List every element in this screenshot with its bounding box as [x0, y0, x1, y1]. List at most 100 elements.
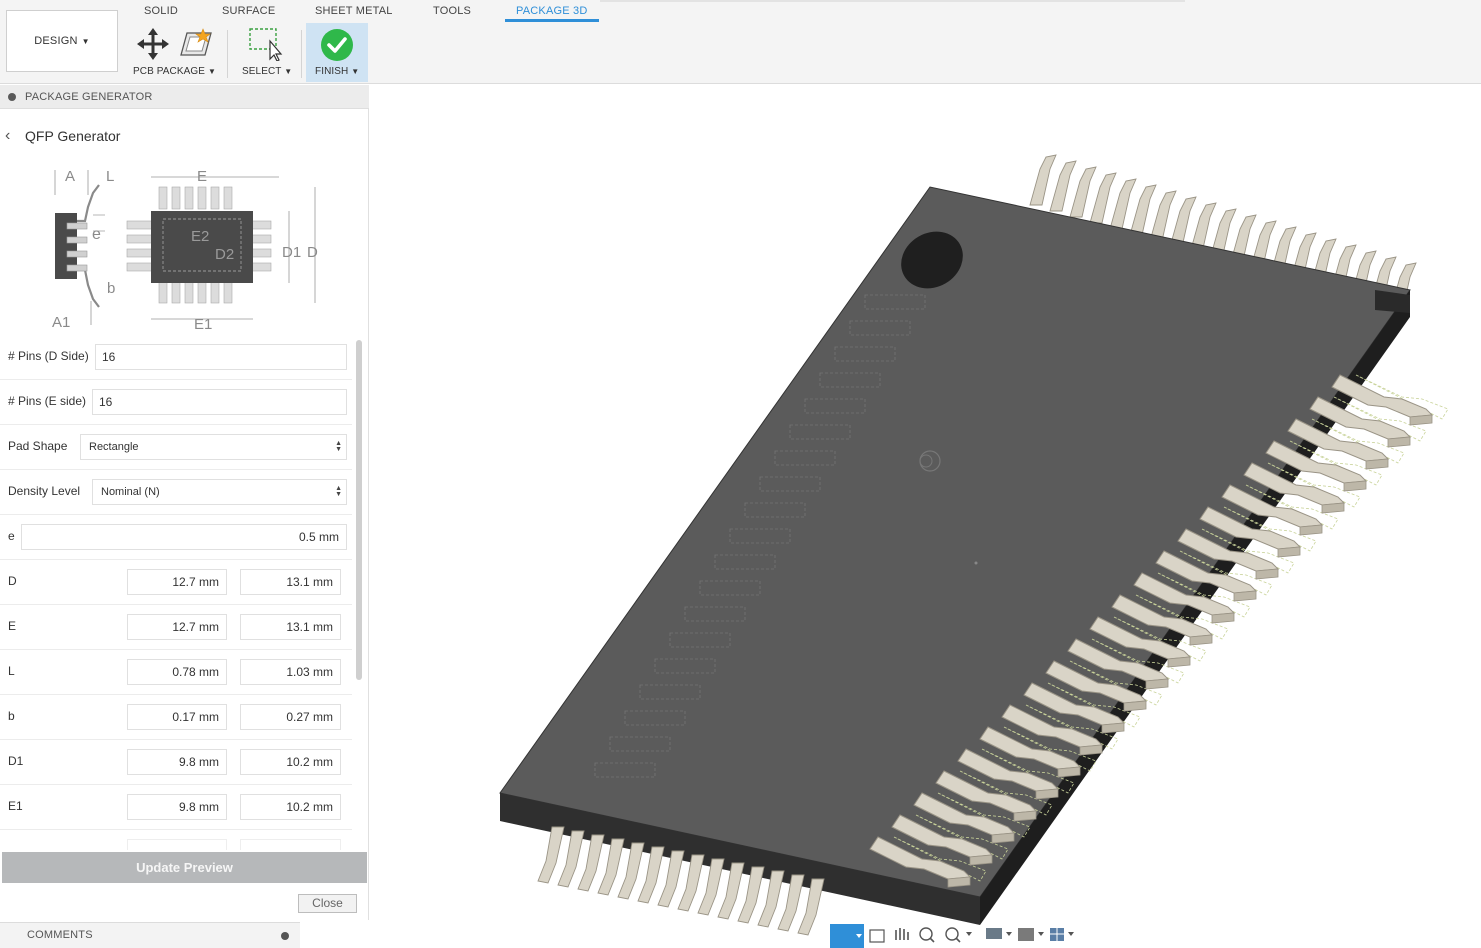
- range-min-input-e1[interactable]: 9.8 mm: [127, 794, 227, 820]
- range-label-l: L: [8, 664, 15, 678]
- range-row-l: L 0.78 mm 1.03 mm: [0, 650, 352, 695]
- range-min-input-b[interactable]: 0.17 mm: [127, 704, 227, 730]
- pcb-package-icon[interactable]: [178, 27, 214, 59]
- qfp-dimension-diagram: A L e b A1 E E2 D2 D1 D E1: [52, 168, 318, 333]
- tab-surface[interactable]: SURFACE: [222, 5, 275, 17]
- select-icon[interactable]: [248, 27, 284, 61]
- pitch-label: e: [8, 529, 15, 543]
- select-arrows-icon: ▲ ▼: [335, 485, 342, 498]
- range-label-e1: E1: [8, 799, 23, 813]
- comments-toggle-icon[interactable]: [281, 932, 289, 940]
- range-max-input-l[interactable]: 1.03 mm: [240, 659, 341, 685]
- range-min-input-d[interactable]: 12.7 mm: [127, 569, 227, 595]
- range-max-input-e1[interactable]: 10.2 mm: [240, 794, 341, 820]
- finish-dropdown[interactable]: FINISH ▼: [315, 66, 359, 77]
- toolbar-divider: [600, 0, 1185, 2]
- svg-text:A1: A1: [52, 314, 70, 331]
- app-window: { "toolbar": { "design_label": "DESIGN",…: [0, 0, 1481, 948]
- close-button[interactable]: Close: [298, 894, 357, 913]
- panel-toggle-icon[interactable]: [8, 93, 16, 101]
- panel-header-title: PACKAGE GENERATOR: [25, 91, 153, 103]
- group-divider: [227, 30, 228, 78]
- select-dropdown[interactable]: SELECT ▼: [242, 66, 292, 77]
- chevron-left-icon[interactable]: ‹: [5, 127, 10, 145]
- range-max-input-b[interactable]: 0.27 mm: [240, 704, 341, 730]
- tab-package-3d[interactable]: PACKAGE 3D: [505, 5, 599, 22]
- 3d-viewport[interactable]: [370, 85, 1481, 948]
- toolbar: DESIGN ▼ SOLID SURFACE SHEET METAL TOOLS…: [0, 0, 1481, 84]
- pad-shape-select[interactable]: Rectangle ▲ ▼: [80, 434, 347, 460]
- range-row-d1: D1 9.8 mm 10.2 mm: [0, 740, 352, 785]
- density-level-value: Nominal (N): [101, 486, 160, 498]
- pad-shape-value: Rectangle: [89, 441, 139, 453]
- panel-scrollbar[interactable]: [356, 340, 362, 680]
- group-divider: [301, 30, 302, 78]
- range-min-input-partial[interactable]: [127, 839, 227, 850]
- range-row-e: E 12.7 mm 13.1 mm: [0, 605, 352, 650]
- select-label: SELECT: [242, 66, 282, 77]
- svg-text:L: L: [106, 168, 114, 185]
- pins-d-side-input[interactable]: 16: [95, 344, 347, 370]
- svg-text:b: b: [107, 280, 115, 297]
- finish-label: FINISH: [315, 66, 349, 77]
- design-button-label: DESIGN: [34, 35, 78, 47]
- comments-label: COMMENTS: [27, 929, 93, 941]
- back-to-generators[interactable]: ‹ QFP Generator: [0, 125, 300, 147]
- pan-icon[interactable]: [895, 928, 909, 940]
- pins-d-side-row: # Pins (D Side) 16: [0, 335, 352, 380]
- select-arrows-icon: ▲ ▼: [335, 440, 342, 453]
- pins-e-side-label: # Pins (E side): [8, 394, 87, 408]
- svg-text:E1: E1: [194, 316, 212, 333]
- density-level-select[interactable]: Nominal (N) ▲ ▼: [92, 479, 347, 505]
- qfp-3d-model: [499, 154, 1449, 936]
- pcb-package-dropdown[interactable]: PCB PACKAGE ▼: [133, 66, 216, 77]
- svg-text:A: A: [65, 168, 75, 185]
- range-label-d: D: [8, 574, 17, 588]
- chevron-down-icon: ▼: [207, 67, 216, 76]
- pad-shape-row: Pad Shape Rectangle ▲ ▼: [0, 425, 352, 470]
- move-icon[interactable]: [136, 27, 170, 61]
- finish-check-icon[interactable]: [320, 28, 354, 62]
- top-view: E E2 D2 D1 D E1: [126, 168, 318, 333]
- range-label-b: b: [8, 709, 15, 723]
- pad-shape-label: Pad Shape: [8, 439, 68, 453]
- tab-tools[interactable]: TOOLS: [433, 5, 471, 17]
- look-at-icon[interactable]: [869, 929, 885, 943]
- panel-header: PACKAGE GENERATOR: [0, 85, 369, 109]
- design-workspace-button[interactable]: DESIGN ▼: [6, 10, 118, 72]
- range-max-input-e[interactable]: 13.1 mm: [240, 614, 341, 640]
- pcb-package-label: PCB PACKAGE: [133, 66, 206, 77]
- tab-sheet-metal[interactable]: SHEET METAL: [315, 5, 393, 17]
- tab-solid[interactable]: SOLID: [144, 5, 178, 17]
- svg-text:E2: E2: [191, 228, 209, 245]
- svg-text:D1: D1: [282, 244, 301, 261]
- range-min-input-l[interactable]: 0.78 mm: [127, 659, 227, 685]
- density-level-label: Density Level: [8, 484, 81, 498]
- visual-style-icon[interactable]: [1018, 928, 1034, 941]
- density-level-row: Density Level Nominal (N) ▲ ▼: [0, 470, 352, 515]
- svg-text:E: E: [197, 168, 207, 185]
- update-preview-button[interactable]: Update Preview: [2, 852, 367, 883]
- range-max-input-d[interactable]: 13.1 mm: [240, 569, 341, 595]
- range-row-b: b 0.17 mm 0.27 mm: [0, 695, 352, 740]
- svg-text:D: D: [307, 244, 318, 261]
- chevron-down-icon: ▼: [81, 36, 90, 46]
- pitch-input[interactable]: 0.5 mm: [21, 524, 347, 550]
- package-generator-panel: PACKAGE GENERATOR ‹ QFP Generator A L e …: [0, 85, 369, 920]
- range-min-input-e[interactable]: 12.7 mm: [127, 614, 227, 640]
- range-max-input-d1[interactable]: 10.2 mm: [240, 749, 341, 775]
- generator-title: QFP Generator: [25, 128, 121, 144]
- range-max-input-partial[interactable]: [240, 839, 341, 850]
- grid-icon[interactable]: [1050, 928, 1064, 941]
- range-label-e: E: [8, 619, 17, 633]
- navigation-toolbar: [830, 924, 1074, 948]
- comments-bar[interactable]: COMMENTS: [0, 922, 300, 948]
- chevron-down-icon: ▼: [284, 67, 293, 76]
- range-label-d1: D1: [8, 754, 24, 768]
- display-icon[interactable]: [986, 928, 1002, 939]
- side-profile: A L e b A1: [52, 168, 115, 331]
- svg-text:e: e: [92, 226, 101, 243]
- pins-d-side-label: # Pins (D Side): [8, 349, 89, 363]
- range-min-input-d1[interactable]: 9.8 mm: [127, 749, 227, 775]
- pins-e-side-input[interactable]: 16: [92, 389, 347, 415]
